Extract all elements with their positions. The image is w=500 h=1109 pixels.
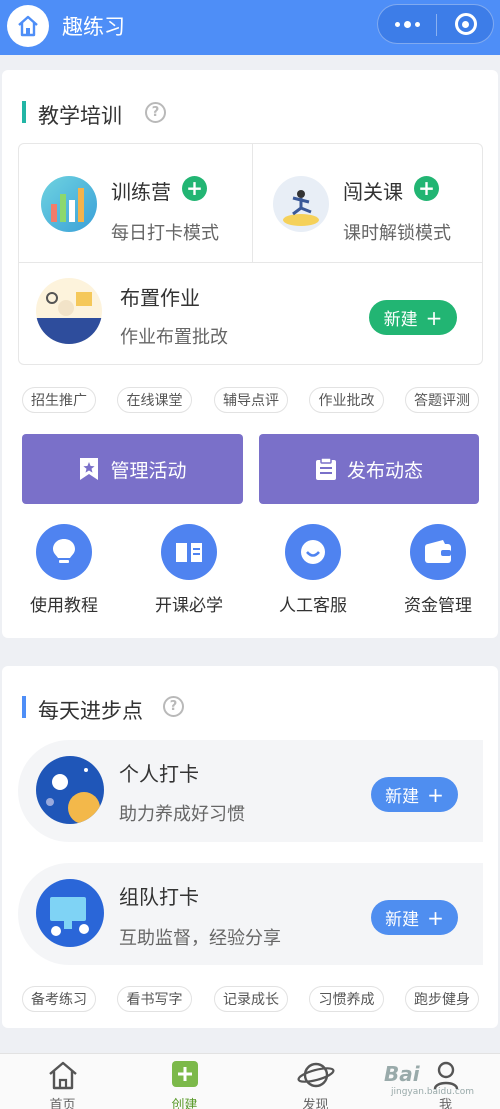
homework-subtitle: 作业布置批改 — [120, 327, 228, 348]
book-icon — [176, 543, 202, 562]
home-icon — [48, 1061, 77, 1090]
tutorial-label: 使用教程 — [30, 596, 98, 616]
planet-icon — [296, 1062, 335, 1088]
tag-quiz[interactable]: 答题评测 — [405, 387, 479, 413]
personal-new-label: 新建 — [385, 787, 420, 807]
user-icon — [433, 1061, 458, 1090]
study-desk-icon — [36, 292, 102, 344]
homework-new-label: 新建 — [383, 310, 418, 330]
help-icon[interactable]: ? — [145, 102, 166, 123]
course-guide-label: 开课必学 — [155, 596, 223, 616]
course-avatar[interactable] — [273, 176, 329, 232]
homework-new-button[interactable]: 新建 + — [369, 300, 457, 335]
jumping-person-icon — [283, 190, 319, 226]
funds-label: 资金管理 — [404, 596, 472, 616]
tab-home-label: 首页 — [49, 1098, 76, 1109]
camp-add-icon[interactable]: + — [182, 176, 207, 201]
team-subtitle: 互助监督，经验分享 — [119, 928, 281, 949]
customer-service-button[interactable] — [285, 524, 341, 580]
tag-record-growth[interactable]: 记录成长 — [214, 986, 288, 1012]
plus-icon: + — [427, 905, 444, 930]
mini-program-capsule — [377, 4, 494, 44]
clipboard-icon — [315, 457, 336, 480]
close-icon — [454, 13, 477, 35]
tag-homework-grading[interactable]: 作业批改 — [309, 387, 384, 413]
tag-habit[interactable]: 习惯养成 — [309, 986, 384, 1012]
camp-avatar[interactable] — [41, 176, 97, 232]
close-button[interactable] — [437, 5, 494, 43]
tutorial-button[interactable] — [36, 524, 92, 580]
tag-recruit[interactable]: 招生推广 — [22, 387, 96, 413]
funds-button[interactable] — [410, 524, 466, 580]
lightbulb-icon — [53, 539, 75, 563]
camp-subtitle: 每日打卡模式 — [111, 223, 219, 244]
section-marker — [22, 696, 26, 718]
section-marker — [22, 101, 26, 123]
team-screen-icon — [50, 897, 89, 936]
course-subtitle: 课时解锁模式 — [343, 223, 451, 244]
tab-create[interactable]: 创建 — [122, 1054, 247, 1109]
publish-news-label: 发布动态 — [346, 459, 423, 482]
personal-subtitle: 助力养成好习惯 — [119, 804, 245, 825]
bottom-tab-bar: 首页 创建 发现 我 — [0, 1053, 500, 1109]
home-icon — [18, 15, 38, 37]
section-title-teaching: 教学培训 — [38, 104, 122, 128]
more-button[interactable] — [378, 5, 436, 43]
home-button[interactable] — [7, 5, 49, 47]
tag-reading-writing[interactable]: 看书写字 — [117, 986, 192, 1012]
tag-running[interactable]: 跑步健身 — [405, 986, 479, 1012]
course-guide-button[interactable] — [161, 524, 217, 580]
tag-exam-practice[interactable]: 备考练习 — [22, 986, 96, 1012]
chart-bars-icon — [51, 188, 84, 222]
manage-activity-button[interactable]: 管理活动 — [22, 434, 243, 504]
homework-title[interactable]: 布置作业 — [120, 282, 200, 311]
planet-astronaut-icon — [46, 768, 100, 824]
tag-online-class[interactable]: 在线课堂 — [117, 387, 192, 413]
chat-smile-icon — [301, 540, 325, 564]
help-icon[interactable]: ? — [163, 696, 184, 717]
personal-new-button[interactable]: 新建 + — [371, 777, 458, 812]
team-title: 组队打卡 — [119, 885, 199, 909]
course-add-icon[interactable]: + — [414, 176, 439, 201]
plus-icon: + — [425, 305, 443, 330]
tab-home[interactable]: 首页 — [0, 1054, 125, 1109]
tab-discover-label: 发现 — [302, 1098, 329, 1109]
personal-title: 个人打卡 — [119, 762, 199, 786]
tab-create-label: 创建 — [171, 1098, 198, 1109]
publish-news-button[interactable]: 发布动态 — [259, 434, 479, 504]
course-title[interactable]: 闯关课 — [343, 176, 403, 205]
bookmark-star-icon — [80, 458, 99, 480]
manage-activity-label: 管理活动 — [110, 459, 187, 482]
homework-avatar[interactable] — [36, 278, 102, 344]
title-bar: 趣练习 — [0, 0, 500, 55]
plus-icon: + — [427, 782, 444, 807]
app-title: 趣练习 — [62, 15, 125, 39]
team-avatar — [36, 879, 104, 947]
personal-avatar — [36, 756, 104, 824]
tag-tutor-review[interactable]: 辅导点评 — [214, 387, 288, 413]
wallet-icon — [425, 540, 451, 563]
customer-service-label: 人工客服 — [279, 596, 347, 616]
team-new-button[interactable]: 新建 + — [371, 900, 458, 935]
camp-title[interactable]: 训练营 — [111, 176, 171, 205]
watermark: Bai — [384, 1062, 420, 1086]
tab-discover[interactable]: 发现 — [253, 1054, 378, 1109]
watermark-url: jingyan.baidu.com — [391, 1087, 475, 1097]
create-plus-icon — [171, 1061, 198, 1087]
section-title-daily: 每天进步点 — [38, 699, 143, 723]
team-new-label: 新建 — [385, 910, 420, 930]
